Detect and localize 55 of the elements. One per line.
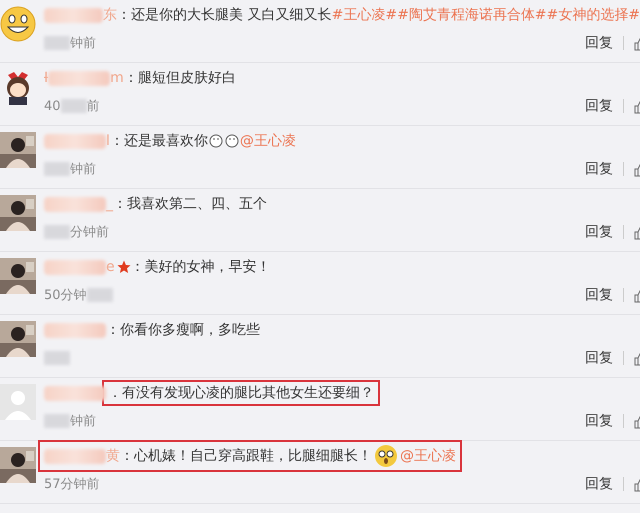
comment-text: ：还是你的大长腿美 又白又细又长 [117,6,332,24]
link[interactable]: @王心凌 [400,447,456,465]
username[interactable]: 黄 [106,447,120,465]
blurred-username [44,8,104,22]
comment-text: ：心机婊！自己穿高跟鞋，比腿细腿长！ [120,447,372,465]
blurred-time [86,288,113,302]
grinning-face-icon [0,6,36,42]
timestamp: 50分钟 [44,287,87,304]
username[interactable]: l [106,133,110,149]
timestamp: 40 [44,98,61,114]
blurred-time [44,36,70,50]
timestamp: 57分钟前 [44,476,100,493]
reply-button[interactable]: 回复 [585,412,613,430]
username[interactable]: e [106,259,115,275]
reply-button[interactable]: 回复 [585,34,613,52]
comment-text: ：美好的女神，早安！ [130,258,271,276]
face-emoji-icon [208,134,223,148]
face-emoji-icon [224,134,239,148]
blurred-username [44,386,106,400]
blurred-time [60,99,87,113]
reply-button[interactable]: 回复 [585,97,613,115]
blurred-username [44,134,106,148]
timestamp: 分钟前 [70,224,109,241]
username[interactable]: _ [106,196,113,212]
link[interactable]: @王心凌 [240,132,296,150]
username[interactable]: m [110,70,124,86]
blurred-username [48,70,110,86]
reply-button[interactable]: 回复 [585,475,613,493]
blurred-username [44,196,106,212]
blurred-username [44,448,106,464]
blurred-username [44,322,106,338]
comment-text: ：还是最喜欢你 [110,132,208,150]
reply-button[interactable]: 回复 [585,160,613,178]
timestamp: 钟前 [70,161,96,178]
username[interactable]: 东 [103,6,118,24]
reply-button[interactable]: 回复 [585,349,613,367]
link[interactable]: #王心凌##陶艾青程海诺再合体##女神的选择# [332,6,640,24]
comment-text: ：我喜欢第二、四、五个 [113,195,267,213]
timestamp: 钟前 [70,413,96,430]
blurred-time [44,351,70,365]
face-emoji-icon [374,444,398,468]
timestamp: 钟前 [70,35,96,52]
blurred-time [44,225,70,239]
default-avatar-icon [0,384,36,420]
comment-text: ．有没有发现心凌的腿比其他女生还要细？ [108,384,374,402]
blurred-time [44,414,70,428]
timestamp: 前 [86,98,100,115]
reply-button[interactable]: 回复 [585,223,613,241]
username[interactable]: Ɨ [44,70,48,86]
comment-text: ：腿短但皮肤好白 [124,69,236,87]
blurred-username [44,260,106,274]
blurred-time [44,162,70,176]
comment-text: ：你看你多瘦啊，多吃些 [106,321,260,339]
reply-button[interactable]: 回复 [585,286,613,304]
star-icon [116,260,131,274]
